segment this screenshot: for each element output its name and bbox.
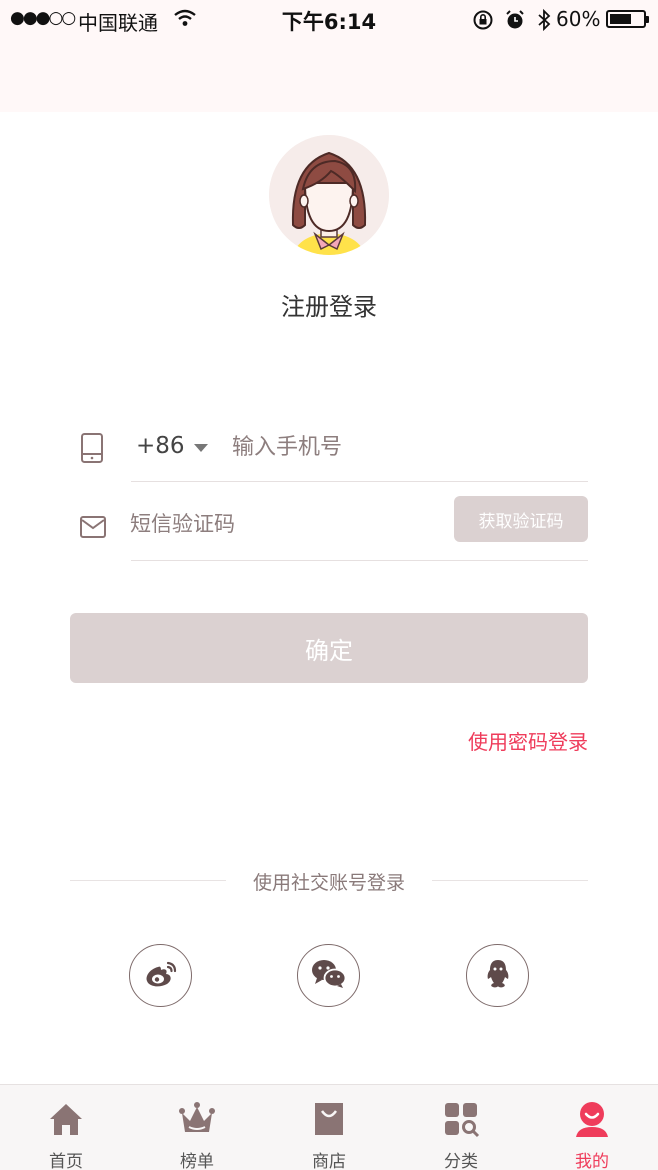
qq-icon <box>484 958 512 994</box>
tab-bar: 首页 榜单 商店 分类 我的 <box>0 1084 658 1170</box>
profile-icon <box>572 1099 612 1139</box>
battery-icon <box>606 10 649 28</box>
shopping-bag-icon <box>309 1099 349 1139</box>
tab-label: 榜单 <box>180 1152 214 1170</box>
home-icon <box>46 1099 86 1139</box>
envelope-icon <box>79 515 107 543</box>
rotation-lock-icon <box>472 9 494 35</box>
category-icon <box>441 1099 481 1139</box>
girl-avatar-icon <box>269 135 389 255</box>
confirm-button[interactable]: 确定 <box>70 613 588 683</box>
wechat-login-button[interactable] <box>297 944 360 1007</box>
tab-label: 首页 <box>49 1152 83 1170</box>
alarm-icon <box>504 9 526 35</box>
phone-number-input[interactable] <box>232 428 572 466</box>
divider <box>432 880 588 881</box>
crown-icon <box>177 1099 217 1139</box>
weibo-icon <box>144 959 178 993</box>
tab-home[interactable]: 首页 <box>0 1085 132 1170</box>
divider <box>131 481 588 482</box>
divider <box>70 880 226 881</box>
country-code-selector[interactable]: +86 <box>136 433 185 459</box>
tab-store[interactable]: 商店 <box>263 1085 395 1170</box>
wechat-icon <box>311 959 347 993</box>
tab-label: 商店 <box>312 1152 346 1170</box>
sms-code-input[interactable] <box>130 505 430 543</box>
header-band <box>0 38 658 112</box>
get-code-button[interactable]: 获取验证码 <box>454 496 588 542</box>
chevron-down-icon[interactable] <box>194 444 208 452</box>
divider <box>131 560 588 561</box>
tab-ranking[interactable]: 榜单 <box>131 1085 263 1170</box>
password-login-link[interactable]: 使用密码登录 <box>420 726 588 755</box>
weibo-login-button[interactable] <box>129 944 192 1007</box>
status-icons <box>472 8 552 36</box>
mobile-phone-icon <box>80 432 104 468</box>
avatar[interactable] <box>269 135 389 255</box>
bluetooth-icon <box>536 8 552 36</box>
tab-mine[interactable]: 我的 <box>526 1085 658 1170</box>
tab-label: 分类 <box>444 1152 478 1170</box>
battery-percent: 60% <box>556 7 601 31</box>
page-title: 注册登录 <box>281 293 377 321</box>
tab-label: 我的 <box>575 1152 609 1170</box>
status-bar: ●●●○○ 中国联通 下午6:14 60% <box>0 0 658 38</box>
social-login-title: 使用社交账号登录 <box>252 872 405 894</box>
tab-category[interactable]: 分类 <box>395 1085 527 1170</box>
qq-login-button[interactable] <box>466 944 529 1007</box>
